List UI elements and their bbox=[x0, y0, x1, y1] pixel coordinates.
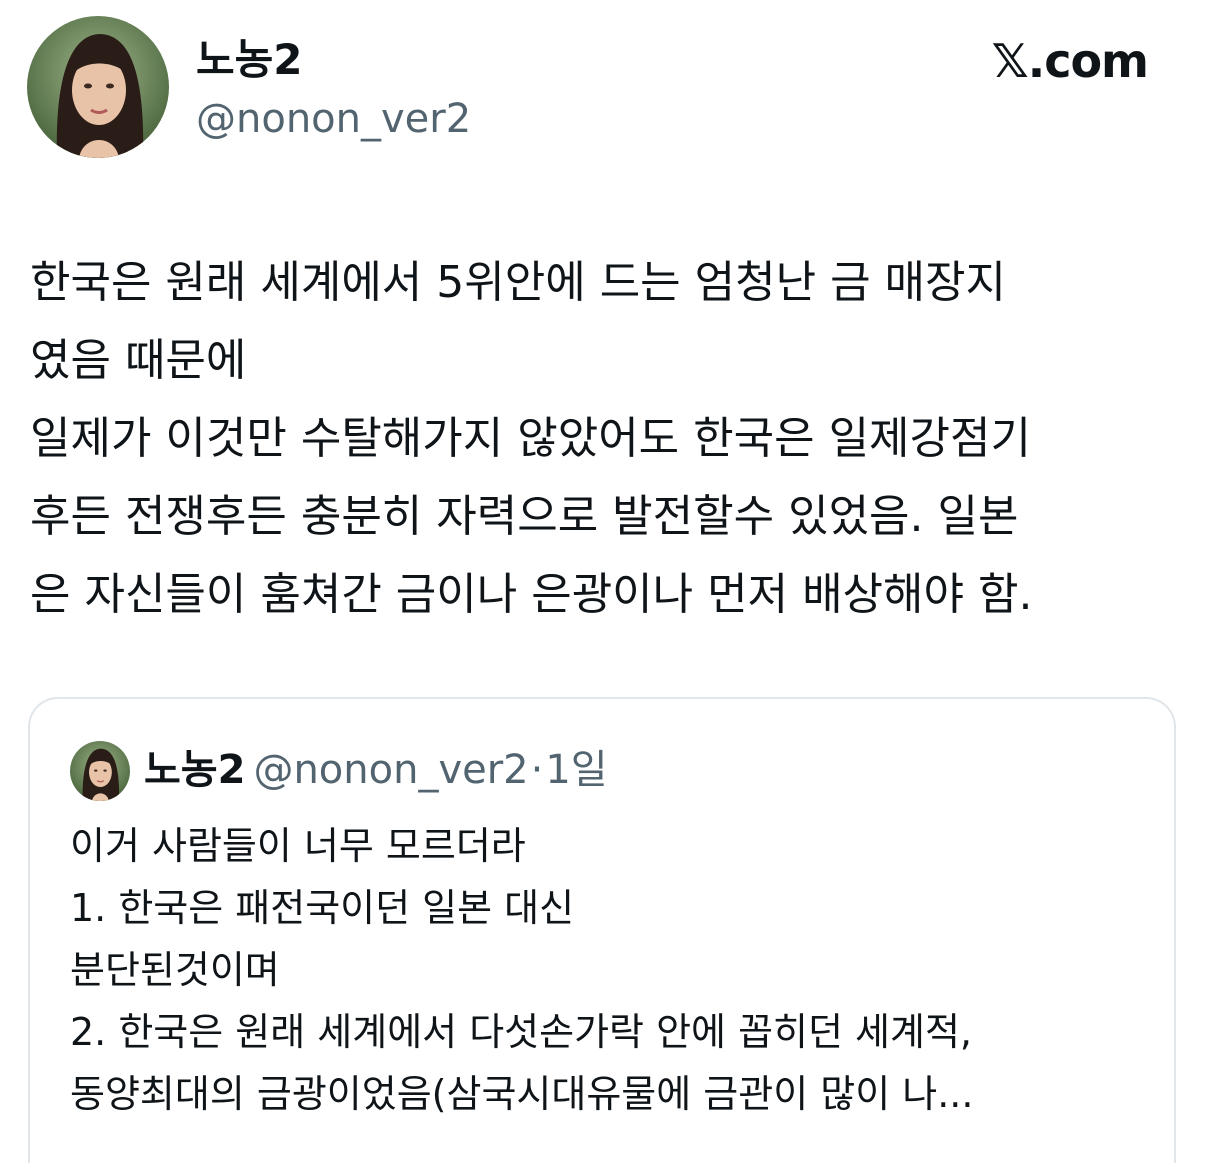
tweet-text-line: 은 자신들이 훔쳐간 금이나 은광이나 먼저 배상해야 함. bbox=[30, 569, 1033, 620]
tweet-text-line: 한국은 원래 세계에서 5위안에 드는 엄청난 금 매장지 bbox=[30, 257, 1006, 308]
quoted-tweet-header: 노농2 @nonon_ver2·1일 bbox=[144, 745, 608, 795]
quoted-author-avatar[interactable] bbox=[70, 741, 130, 801]
quoted-author-handle[interactable]: @nonon_ver2 bbox=[253, 747, 528, 793]
avatar-image bbox=[27, 16, 169, 158]
quoted-author-display-name[interactable]: 노농2 bbox=[144, 747, 245, 793]
author-display-name[interactable]: 노농2 bbox=[196, 34, 303, 86]
avatar-image bbox=[70, 741, 130, 801]
tweet-text: 한국은 원래 세계에서 5위안에 드는 엄청난 금 매장지 였음 때문에 일제가… bbox=[30, 244, 1180, 634]
separator-dot: · bbox=[530, 747, 544, 793]
tweet-text-line: 였음 때문에 bbox=[30, 335, 247, 386]
author-handle[interactable]: @nonon_ver2 bbox=[196, 94, 471, 144]
quoted-tweet-text: 이거 사람들이 너무 모르더라 1. 한국은 패전국이던 일본 대신 분단된것이… bbox=[70, 815, 1150, 1125]
quoted-tweet-timestamp[interactable]: 1일 bbox=[545, 747, 607, 793]
author-avatar[interactable] bbox=[27, 16, 169, 158]
x-brand-logo: 𝕏.com bbox=[991, 34, 1149, 88]
quoted-tweet-card[interactable]: 노농2 @nonon_ver2·1일 이거 사람들이 너무 모르더라 1. 한국은… bbox=[28, 697, 1176, 1163]
tweet-text-line: 일제가 이것만 수탈해가지 않았어도 한국은 일제강점기 bbox=[30, 413, 1031, 464]
quoted-text-line: 이거 사람들이 너무 모르더라 bbox=[70, 824, 526, 868]
quoted-text-line: 2. 한국은 원래 세계에서 다섯손가락 안에 꼽히던 세계적, bbox=[70, 1010, 973, 1054]
quoted-text-line: 동양최대의 금광이었음(삼국시대유물에 금관이 많이 나... bbox=[70, 1072, 974, 1116]
tweet-text-line: 후든 전쟁후든 충분히 자력으로 발전할수 있었음. 일본 bbox=[30, 491, 1019, 542]
quoted-text-line: 분단된것이며 bbox=[70, 948, 280, 992]
quoted-text-line: 1. 한국은 패전국이던 일본 대신 bbox=[70, 886, 575, 930]
